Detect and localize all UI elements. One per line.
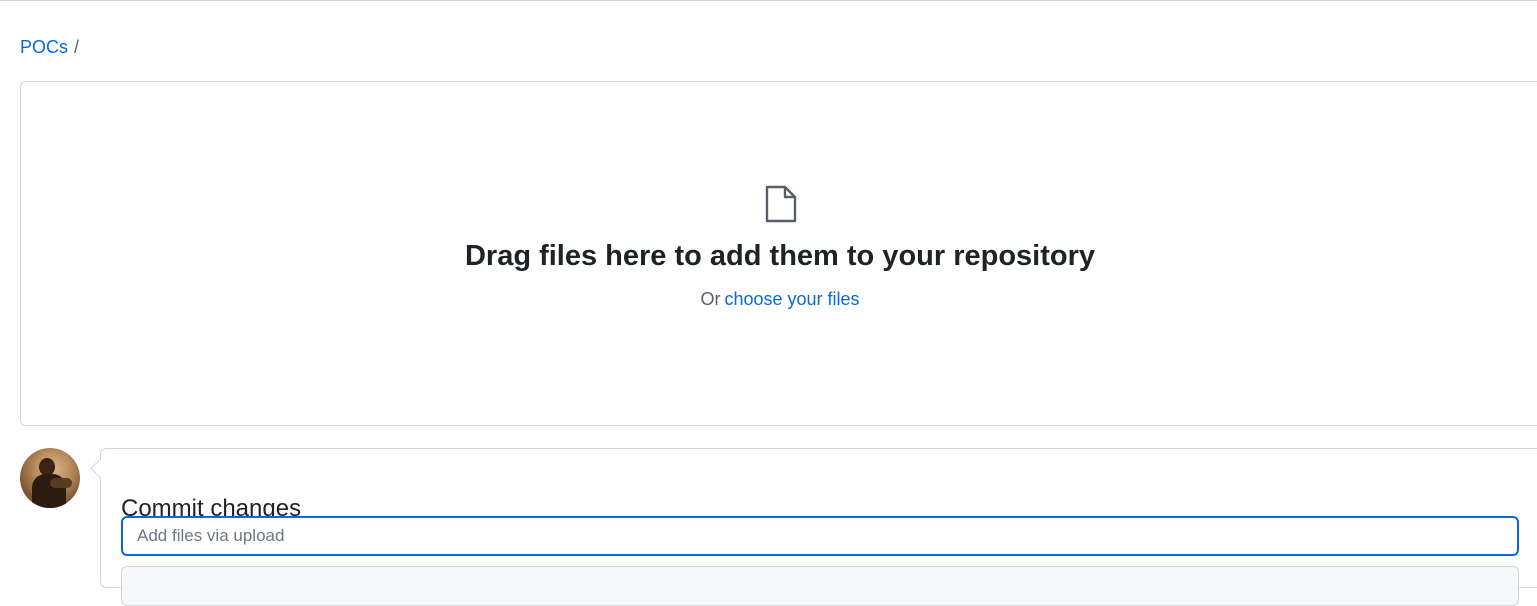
commit-description-field[interactable] (121, 566, 1519, 606)
dropzone-or-text: Or (700, 289, 721, 309)
dropzone-title: Drag files here to add them to your repo… (464, 240, 1096, 272)
breadcrumb: POCs / (20, 36, 79, 58)
avatar[interactable] (20, 448, 80, 508)
avatar-figure-arm (50, 478, 72, 488)
top-divider (0, 0, 1537, 1)
file-icon (765, 185, 797, 223)
commit-summary-input[interactable] (121, 516, 1519, 556)
dropzone-subtitle: Or choose your files (21, 287, 1537, 311)
choose-files-link[interactable]: choose your files (724, 289, 859, 309)
file-dropzone[interactable]: Drag files here to add them to your repo… (20, 81, 1537, 426)
breadcrumb-separator: / (74, 37, 80, 57)
breadcrumb-repo-link[interactable]: POCs (20, 37, 68, 57)
